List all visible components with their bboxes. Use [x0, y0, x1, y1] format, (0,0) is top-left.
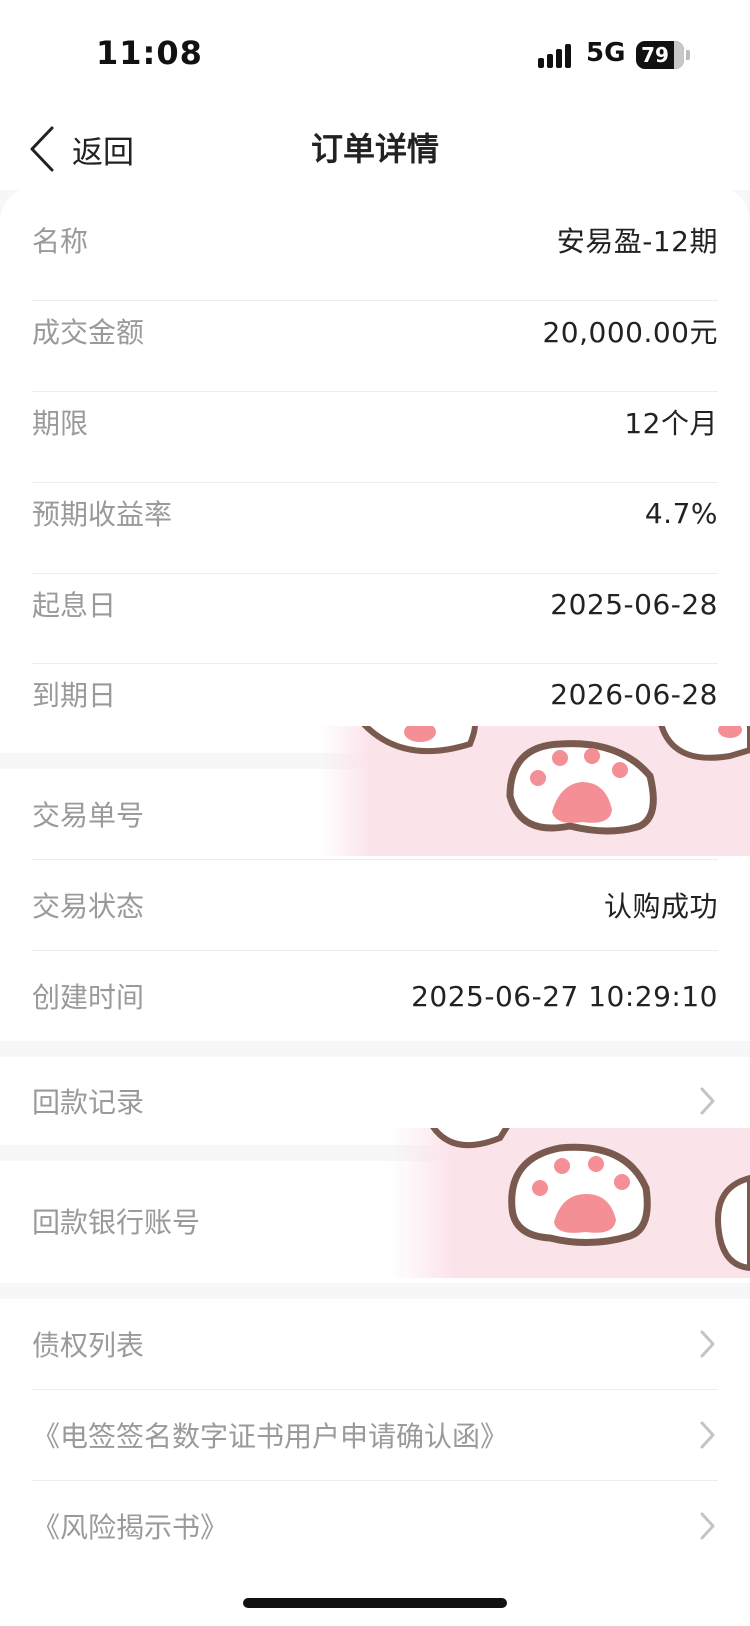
- document-label: 《电签签名数字证书用户申请确认函》: [32, 1420, 509, 1453]
- transaction-status-value: 认购成功: [603, 890, 718, 923]
- cat-paw-sticker: [320, 726, 750, 856]
- amount-label: 成交金额: [32, 316, 145, 349]
- repayment-bank-label: 回款银行账号: [32, 1206, 201, 1239]
- battery-icon: 79: [636, 41, 684, 69]
- documents-card: 债权列表 《电签签名数字证书用户申请确认函》 《风险揭示书》: [0, 1299, 750, 1626]
- transaction-number-label: 交易单号: [32, 799, 145, 832]
- row-amount: 成交金额 20,000.00元: [32, 286, 718, 376]
- order-info-card: 名称 安易盈-12期 成交金额 20,000.00元 期限 12个月 预期收益率…: [0, 186, 750, 753]
- row-value-date: 起息日 2025-06-28: [32, 559, 718, 649]
- transaction-status-label: 交易状态: [32, 890, 145, 923]
- chevron-right-icon: [700, 1330, 715, 1358]
- status-bar: 11:08 5G 79: [0, 0, 750, 110]
- document-item[interactable]: 《风险揭示书》: [32, 1481, 718, 1571]
- created-time-label: 创建时间: [32, 981, 145, 1014]
- battery-cap: [686, 50, 690, 60]
- name-value: 安易盈-12期: [556, 225, 718, 258]
- maturity-date-value: 2026-06-28: [550, 677, 718, 711]
- cat-paw-sticker: [390, 1128, 750, 1278]
- signal-icon: [538, 42, 578, 68]
- yield-value: 4.7%: [644, 496, 718, 530]
- maturity-date-label: 到期日: [32, 679, 117, 712]
- value-date-value: 2025-06-28: [550, 587, 718, 621]
- value-date-label: 起息日: [32, 589, 117, 622]
- status-time: 11:08: [96, 34, 203, 72]
- created-time-value: 2025-06-27 10:29:10: [411, 979, 718, 1013]
- row-transaction-status: 交易状态 认购成功: [32, 860, 718, 950]
- name-label: 名称: [32, 225, 89, 258]
- document-label: 债权列表: [32, 1329, 145, 1362]
- document-label: 《风险揭示书》: [32, 1511, 229, 1544]
- term-label: 期限: [32, 407, 89, 440]
- row-created-time: 创建时间 2025-06-27 10:29:10: [32, 951, 718, 1041]
- chevron-right-icon: [700, 1087, 715, 1115]
- battery-level: 79: [641, 43, 669, 67]
- yield-label: 预期收益率: [32, 498, 173, 531]
- row-term: 期限 12个月: [32, 377, 718, 467]
- row-name: 名称 安易盈-12期: [32, 195, 718, 285]
- nav-bar: 返回 订单详情: [0, 110, 750, 190]
- row-expected-yield: 预期收益率 4.7%: [32, 468, 718, 558]
- network-type: 5G: [586, 38, 626, 68]
- repayment-records-label: 回款记录: [32, 1086, 145, 1119]
- home-indicator: [243, 1598, 507, 1608]
- document-item[interactable]: 《电签签名数字证书用户申请确认函》: [32, 1390, 718, 1480]
- chevron-right-icon: [700, 1421, 715, 1449]
- page-title: 订单详情: [310, 130, 439, 168]
- document-item[interactable]: 债权列表: [32, 1299, 718, 1389]
- amount-value: 20,000.00元: [542, 316, 718, 349]
- chevron-right-icon: [700, 1512, 715, 1540]
- term-value: 12个月: [624, 407, 718, 440]
